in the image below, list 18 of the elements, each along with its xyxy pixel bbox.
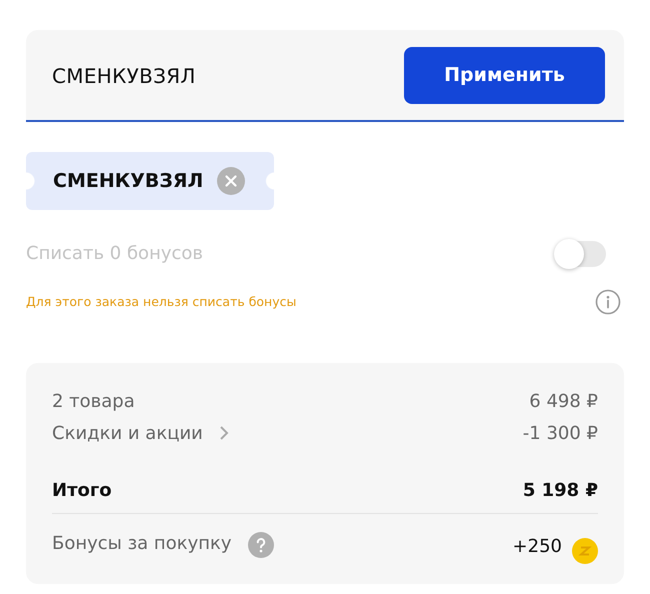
summary-label: Итого bbox=[52, 478, 112, 502]
summary-label[interactable]: Скидки и акции bbox=[52, 420, 203, 446]
bonus-value: +250 bbox=[512, 534, 562, 558]
bonus-toggle-label: Списать 0 бонусов bbox=[26, 242, 204, 266]
apply-button[interactable]: Применить bbox=[404, 47, 605, 104]
summary-value: -1 300 ₽ bbox=[522, 422, 598, 446]
chevron-icon[interactable] bbox=[218, 425, 229, 441]
coupon-code: СМЕНКУВЗЯЛ bbox=[53, 168, 204, 194]
promo-field[interactable]: СМЕНКУВЗЯЛ Применить bbox=[26, 30, 624, 122]
coin-icon bbox=[572, 538, 598, 564]
info-icon[interactable] bbox=[595, 289, 621, 315]
summary-value: 6 498 ₽ bbox=[529, 390, 598, 414]
remove-coupon-icon[interactable] bbox=[217, 167, 246, 195]
summary-label: 2 товара bbox=[52, 390, 135, 414]
help-icon[interactable] bbox=[248, 532, 274, 558]
summary-label: Бонусы за покупку bbox=[52, 532, 232, 556]
warning-text: Для этого заказа нельзя списать бонусы bbox=[26, 292, 296, 311]
summary-value: 5 198 ₽ bbox=[522, 478, 598, 502]
